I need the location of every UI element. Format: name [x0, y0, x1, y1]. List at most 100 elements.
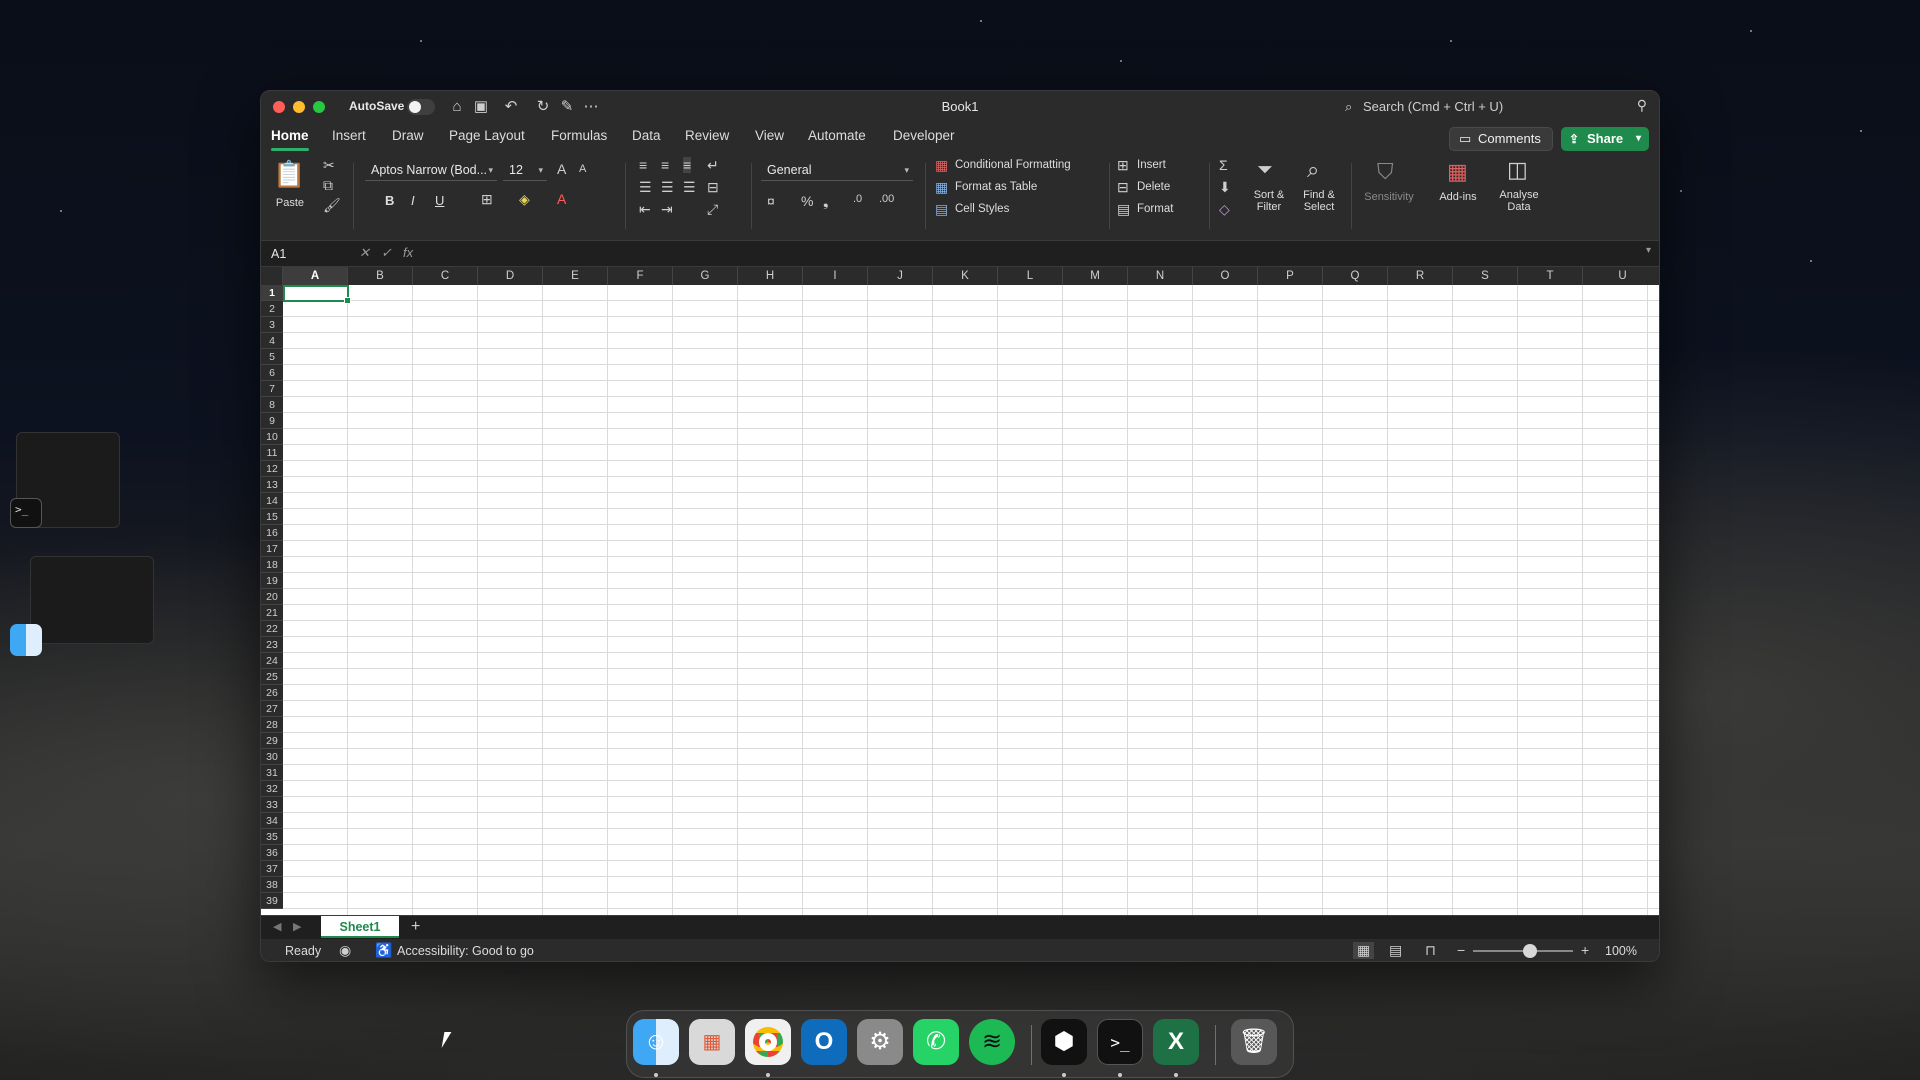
undo-icon[interactable]: ↶: [501, 97, 521, 117]
autosave-toggle[interactable]: [407, 99, 435, 115]
finder-window-icon[interactable]: [10, 624, 42, 656]
row-header[interactable]: 9: [261, 413, 283, 429]
column-header[interactable]: P: [1258, 267, 1323, 285]
row-header[interactable]: 5: [261, 349, 283, 365]
row-header[interactable]: 6: [261, 365, 283, 381]
orientation-icon[interactable]: ⤢: [707, 201, 718, 218]
decrease-indent-icon[interactable]: ⇤: [639, 201, 651, 218]
minimize-window-button[interactable]: [293, 101, 305, 113]
row-header[interactable]: 37: [261, 861, 283, 877]
increase-font-icon[interactable]: A: [557, 161, 566, 177]
tab-automate[interactable]: Automate: [808, 128, 866, 143]
row-header[interactable]: 38: [261, 877, 283, 893]
row-header[interactable]: 14: [261, 493, 283, 509]
row-header[interactable]: 10: [261, 429, 283, 445]
dock-trash[interactable]: 🗑: [1231, 1019, 1277, 1065]
background-window-thumbnail[interactable]: [30, 556, 154, 644]
autosum-icon[interactable]: Σ: [1219, 157, 1228, 173]
column-header[interactable]: E: [543, 267, 608, 285]
tab-page-layout[interactable]: Page Layout: [449, 128, 525, 143]
dock-spotify[interactable]: ≋: [969, 1019, 1015, 1065]
align-center-icon[interactable]: ☰: [661, 179, 674, 196]
column-header[interactable]: C: [413, 267, 478, 285]
column-header[interactable]: S: [1453, 267, 1518, 285]
find-select-icon[interactable]: ⌕: [1307, 157, 1319, 183]
column-header[interactable]: O: [1193, 267, 1258, 285]
insert-function-button[interactable]: fx: [403, 245, 413, 260]
column-header[interactable]: D: [478, 267, 543, 285]
format-as-table-icon[interactable]: ▦: [935, 179, 948, 196]
row-header[interactable]: 32: [261, 781, 283, 797]
share-people-icon[interactable]: ⚲: [1637, 97, 1647, 114]
row-header[interactable]: 33: [261, 797, 283, 813]
formula-input[interactable]: [435, 245, 1625, 263]
align-right-icon[interactable]: ☰: [683, 179, 696, 196]
maximize-window-button[interactable]: [313, 101, 325, 113]
home-icon[interactable]: ⌂: [447, 97, 467, 117]
row-header[interactable]: 17: [261, 541, 283, 557]
percent-format-icon[interactable]: %: [801, 193, 813, 209]
cut-icon[interactable]: ✂: [323, 157, 335, 174]
edit-icon[interactable]: ✎: [557, 97, 577, 117]
merge-center-icon[interactable]: ⊟: [707, 179, 719, 196]
tab-data[interactable]: Data: [632, 128, 661, 143]
row-header[interactable]: 3: [261, 317, 283, 333]
page-break-view-icon[interactable]: ⊓: [1425, 942, 1436, 959]
tab-home[interactable]: Home: [271, 128, 309, 151]
borders-icon[interactable]: ⊞: [481, 191, 493, 208]
row-header[interactable]: 27: [261, 701, 283, 717]
clear-icon[interactable]: ◇: [1219, 201, 1230, 218]
insert-cells-icon[interactable]: ⊞: [1117, 157, 1129, 174]
fill-color-icon[interactable]: ◈: [519, 191, 530, 208]
column-header[interactable]: R: [1388, 267, 1453, 285]
underline-button[interactable]: U: [435, 193, 444, 208]
name-box[interactable]: A1: [267, 243, 347, 265]
tab-formulas[interactable]: Formulas: [551, 128, 607, 143]
row-header[interactable]: 2: [261, 301, 283, 317]
normal-view-icon[interactable]: ▦: [1353, 942, 1375, 959]
row-header[interactable]: 30: [261, 749, 283, 765]
conditional-formatting-icon[interactable]: ▦: [935, 157, 948, 174]
sort-filter-button[interactable]: Sort & Filter: [1247, 189, 1291, 213]
row-header[interactable]: 7: [261, 381, 283, 397]
align-middle-icon[interactable]: ≡: [661, 157, 669, 173]
column-header[interactable]: J: [868, 267, 933, 285]
add-ins-icon[interactable]: ▦: [1447, 159, 1468, 185]
bold-button[interactable]: B: [385, 193, 394, 208]
column-header[interactable]: L: [998, 267, 1063, 285]
terminal-window-icon[interactable]: >_: [10, 498, 42, 528]
align-left-icon[interactable]: ☰: [639, 179, 652, 196]
column-header[interactable]: Q: [1323, 267, 1388, 285]
wrap-text-icon[interactable]: ↵: [707, 157, 719, 174]
insert-cells-button[interactable]: Insert: [1137, 159, 1166, 171]
paste-icon[interactable]: 📋: [273, 159, 305, 190]
macro-record-icon[interactable]: ◉: [339, 942, 351, 959]
column-header[interactable]: U: [1583, 267, 1659, 285]
format-cells-icon[interactable]: ▤: [1117, 201, 1130, 218]
row-header[interactable]: 16: [261, 525, 283, 541]
analyse-data-button[interactable]: Analyse Data: [1497, 189, 1541, 213]
align-top-icon[interactable]: ≡: [639, 157, 647, 173]
increase-indent-icon[interactable]: ⇥: [661, 201, 673, 218]
delete-cells-icon[interactable]: ⊟: [1117, 179, 1129, 196]
expand-formula-bar-icon[interactable]: ▾: [1646, 245, 1651, 256]
comments-button[interactable]: ▭ Comments: [1449, 127, 1553, 151]
dock-whatsapp[interactable]: ✆: [913, 1019, 959, 1065]
column-header[interactable]: F: [608, 267, 673, 285]
accessibility-status[interactable]: Accessibility: Good to go: [397, 944, 534, 958]
column-header[interactable]: G: [673, 267, 738, 285]
row-header[interactable]: 15: [261, 509, 283, 525]
search-input[interactable]: ⌕ Search (Cmd + Ctrl + U): [1341, 95, 1591, 119]
accessibility-icon[interactable]: ♿: [375, 942, 392, 959]
row-header[interactable]: 23: [261, 637, 283, 653]
row-header[interactable]: 34: [261, 813, 283, 829]
zoom-level[interactable]: 100%: [1605, 944, 1637, 958]
redo-icon[interactable]: ↻: [533, 97, 553, 117]
cell-styles-button[interactable]: Cell Styles: [955, 203, 1009, 215]
number-format-dropdown[interactable]: General ▾: [761, 159, 913, 181]
row-header[interactable]: 25: [261, 669, 283, 685]
row-header[interactable]: 28: [261, 717, 283, 733]
dock-chrome[interactable]: [745, 1019, 791, 1065]
align-bottom-icon[interactable]: ≡: [683, 157, 692, 173]
cell-area[interactable]: [283, 285, 1659, 915]
